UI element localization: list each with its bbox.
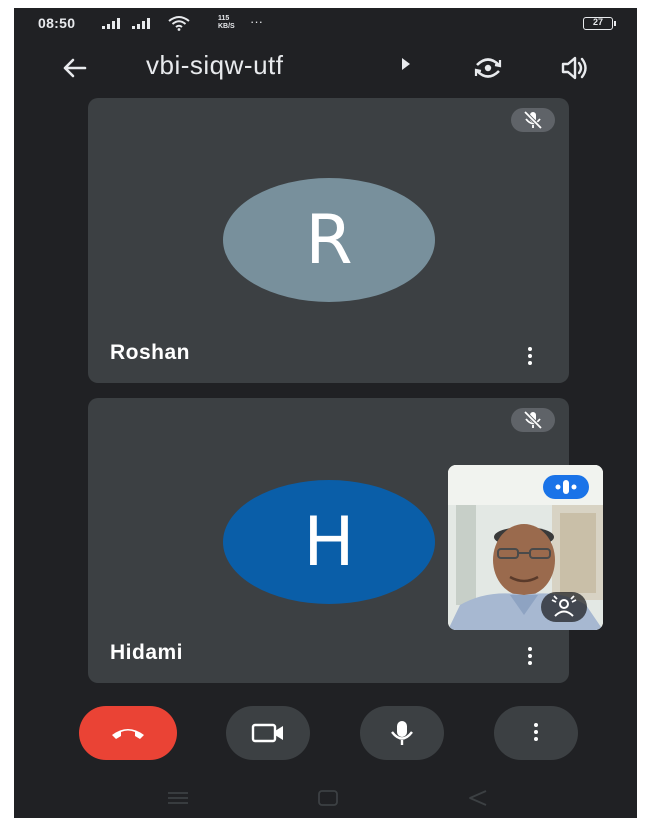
end-call-icon [112, 729, 144, 739]
mic-off-icon [511, 408, 555, 432]
end-call-button[interactable] [79, 706, 177, 760]
avatar: R [223, 178, 435, 302]
more-vertical-icon[interactable] [527, 647, 533, 667]
more-options-button[interactable] [494, 706, 578, 760]
home-icon[interactable] [316, 788, 340, 808]
net-speed: 115 KB/S [218, 15, 235, 31]
visual-effects-icon[interactable] [541, 592, 587, 622]
menu-icon[interactable] [166, 788, 190, 808]
participant-tile-roshan[interactable]: R Roshan [88, 98, 569, 383]
avatar: H [223, 480, 435, 604]
back-nav-icon[interactable] [466, 788, 490, 808]
call-header: vbi-siqw-utf [14, 44, 637, 92]
mic-off-icon [511, 108, 555, 132]
status-bar: 08:50 115 KB/S ··· 27 [14, 8, 637, 38]
mic-toggle-button[interactable] [360, 706, 444, 760]
more-vertical-icon[interactable] [527, 347, 533, 367]
cell-signal-1-icon [102, 18, 120, 29]
self-view-tile[interactable] [448, 465, 603, 630]
arrow-left-icon[interactable] [58, 52, 90, 84]
battery-level: 27 [592, 17, 603, 27]
more-vertical-icon [533, 723, 539, 743]
caret-right-icon[interactable] [402, 58, 410, 70]
video-camera-icon [251, 723, 283, 743]
status-more-icon: ··· [250, 14, 263, 29]
meeting-code[interactable]: vbi-siqw-utf [146, 50, 283, 81]
speaker-icon[interactable] [558, 52, 590, 84]
camera-toggle-button[interactable] [226, 706, 310, 760]
wifi-icon [168, 16, 190, 31]
mic-icon [391, 721, 413, 745]
net-speed-unit: KB/S [218, 23, 235, 30]
status-time: 08:50 [38, 15, 76, 31]
participant-name: Roshan [110, 341, 191, 364]
pip-icon[interactable] [543, 475, 589, 499]
switch-camera-icon[interactable] [472, 52, 504, 84]
cell-signal-2-icon [132, 18, 150, 29]
participant-name: Hidami [110, 641, 184, 664]
battery-icon: 27 [583, 17, 616, 30]
net-speed-value: 115 [218, 15, 230, 22]
system-nav-bar [14, 778, 637, 818]
meet-call-screen: 08:50 115 KB/S ··· 27 vbi-siqw-utf R Ros… [14, 8, 637, 818]
